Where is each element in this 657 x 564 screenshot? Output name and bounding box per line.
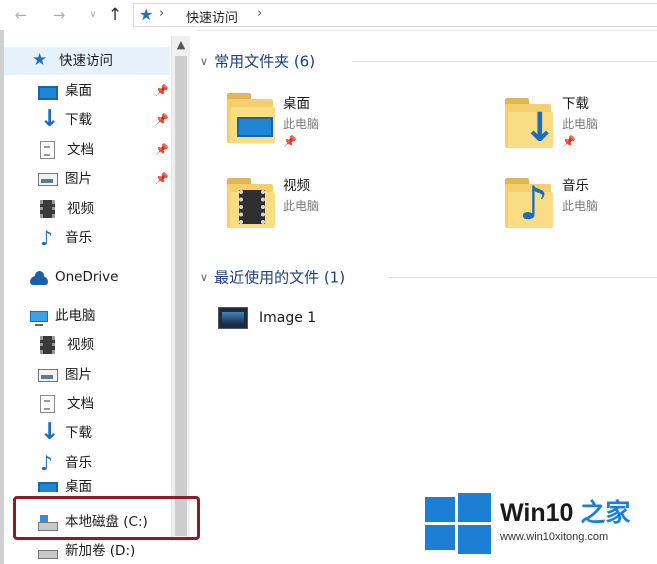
- download-icon: [38, 105, 59, 133]
- sidebar-item-pc-documents[interactable]: 文档: [40, 390, 94, 418]
- folder-location: 此电脑: [283, 199, 320, 213]
- star-icon: [32, 46, 52, 74]
- scroll-thumb[interactable]: [175, 56, 187, 536]
- recent-file-name[interactable]: Image 1: [259, 310, 316, 326]
- document-icon: [40, 395, 55, 413]
- pin-icon[interactable]: 📌: [155, 113, 169, 126]
- document-icon: [40, 141, 55, 159]
- video-icon: [40, 336, 55, 354]
- desktop-icon: [38, 86, 58, 100]
- video-icon: [40, 200, 55, 218]
- music-folder-icon[interactable]: ♪: [505, 178, 563, 230]
- image-file-icon[interactable]: [218, 307, 248, 329]
- up-arrow-icon[interactable]: ↑: [104, 4, 126, 26]
- breadcrumb-quick-access[interactable]: 快速访问: [186, 7, 238, 26]
- sidebar-item-this-pc[interactable]: 此电脑: [30, 302, 96, 330]
- music-icon: [38, 224, 58, 252]
- desktop-folder-icon[interactable]: [227, 93, 285, 145]
- pin-icon[interactable]: 📌: [155, 84, 169, 97]
- pin-icon: 📌: [283, 135, 297, 148]
- pin-icon[interactable]: 📌: [155, 172, 169, 185]
- download-folder-icon[interactable]: ↓: [505, 98, 563, 150]
- sidebar-item-onedrive[interactable]: OneDrive: [30, 263, 118, 291]
- music-icon: [38, 449, 58, 477]
- scroll-up-arrow-icon[interactable]: ▲: [172, 36, 190, 54]
- windows-logo-icon: [425, 493, 491, 554]
- group-divider: [388, 277, 657, 278]
- sidebar-item-music[interactable]: 音乐: [38, 224, 92, 252]
- download-icon: [38, 418, 59, 446]
- folder-name[interactable]: 下载: [562, 92, 589, 112]
- breadcrumb-separator-icon[interactable]: ›: [257, 6, 262, 21]
- chevron-down-icon: ∨: [200, 270, 209, 284]
- onedrive-cloud-icon: [30, 270, 48, 285]
- sidebar-item-documents[interactable]: 文档: [40, 136, 94, 164]
- sidebar-item-pc-pictures[interactable]: 图片: [38, 361, 92, 389]
- sidebar-item-pictures[interactable]: 图片: [38, 165, 92, 193]
- sidebar-scrollbar[interactable]: ▲: [171, 36, 190, 541]
- breadcrumb-separator-icon: ›: [159, 6, 165, 21]
- highlight-callout-box: [13, 496, 200, 540]
- desktop-icon: [38, 482, 58, 492]
- pin-icon: 📌: [562, 135, 576, 148]
- group-header-recent-files[interactable]: ∨ 最近使用的文件 (1): [200, 266, 345, 288]
- picture-icon: [38, 368, 58, 382]
- address-row: ← → ∨ ↑ ★ › 快速访问 ›: [0, 0, 657, 31]
- forward-arrow-icon[interactable]: →: [48, 4, 70, 26]
- watermark: Win10 之家 www.win10xitong.com: [418, 481, 657, 564]
- sidebar-item-pc-music[interactable]: 音乐: [38, 449, 92, 477]
- sidebar-item-downloads[interactable]: 下载: [38, 105, 92, 134]
- computer-icon: [30, 310, 48, 326]
- back-arrow-icon[interactable]: ←: [10, 4, 32, 26]
- chevron-down-icon[interactable]: ∨: [82, 4, 104, 26]
- sidebar-item-new-volume[interactable]: 新加卷 (D:): [38, 537, 135, 564]
- address-bar[interactable]: ★ › 快速访问 ›: [133, 3, 657, 27]
- group-header-frequent-folders[interactable]: ∨ 常用文件夹 (6): [200, 50, 315, 72]
- folder-name[interactable]: 视频: [283, 174, 310, 194]
- sidebar-item-pc-videos[interactable]: 视频: [40, 331, 94, 359]
- folder-name[interactable]: 音乐: [562, 174, 589, 194]
- navigation-pane: [0, 30, 196, 564]
- pin-icon[interactable]: 📌: [155, 143, 169, 156]
- sidebar-item-desktop[interactable]: 桌面: [38, 77, 92, 105]
- group-divider: [352, 61, 657, 62]
- folder-location: 此电脑: [562, 199, 599, 213]
- chevron-down-icon: ∨: [200, 54, 209, 68]
- folder-location: 此电脑: [562, 117, 599, 131]
- sidebar-item-pc-downloads[interactable]: 下载: [38, 418, 92, 447]
- sidebar-item-videos[interactable]: 视频: [40, 195, 94, 223]
- sidebar-item-pc-desktop[interactable]: 桌面: [38, 478, 92, 492]
- picture-icon: [38, 172, 58, 186]
- video-folder-icon[interactable]: [227, 178, 285, 230]
- sidebar-item-quick-access[interactable]: 快速访问: [32, 46, 113, 75]
- watermark-url: www.win10xitong.com: [500, 531, 609, 543]
- folder-location: 此电脑: [283, 117, 320, 131]
- quick-access-star-icon: ★: [139, 5, 154, 24]
- watermark-brand: Win10 之家: [500, 499, 631, 527]
- folder-name[interactable]: 桌面: [283, 92, 310, 112]
- drive-icon: [38, 549, 58, 559]
